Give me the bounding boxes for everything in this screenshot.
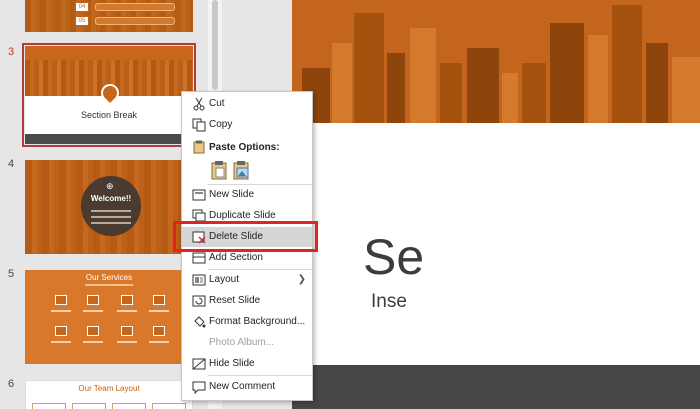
menu-label: New Slide — [209, 189, 255, 200]
menu-label: Photo Album... — [209, 337, 275, 348]
slide-number: 3 — [8, 46, 15, 58]
text-line — [91, 222, 131, 224]
slide-thumbnail-pane: 04 05 3 Section Break 4 ⊕ Welcome!! 5 Ou… — [0, 0, 208, 409]
building — [354, 13, 384, 123]
service-icon — [55, 326, 67, 336]
highlight-annotation-box — [173, 221, 318, 252]
text-line — [83, 310, 103, 312]
building — [612, 5, 642, 123]
slide-thumbnail-6[interactable]: Our Team Layout — [25, 380, 193, 409]
service-icon — [153, 295, 165, 305]
subtitle-line — [85, 284, 133, 286]
text-line — [117, 310, 137, 312]
building — [387, 53, 405, 123]
thumbnail-title: Section Break — [80, 110, 138, 120]
slide-thumbnail-5[interactable]: Our Services — [25, 270, 193, 364]
new-slide-icon — [192, 189, 206, 201]
building — [467, 48, 499, 123]
service-icon — [87, 295, 99, 305]
menu-label: Duplicate Slide — [209, 210, 276, 221]
menu-label: Format Background... — [209, 316, 306, 327]
menu-separator — [208, 375, 312, 376]
menu-label: Add Section — [209, 252, 263, 263]
menu-item-hide-slide[interactable]: Hide Slide — [182, 354, 312, 374]
slide-number: 4 — [8, 158, 15, 170]
text-line — [149, 310, 169, 312]
slide-thumbnail-4[interactable]: ⊕ Welcome!! — [25, 160, 193, 254]
service-icon — [121, 326, 133, 336]
content-row — [95, 3, 175, 11]
thumbnail-title: Welcome!! — [90, 194, 132, 203]
text-line — [83, 341, 103, 343]
slide-number: 6 — [8, 378, 15, 390]
service-icon — [153, 326, 165, 336]
menu-item-layout[interactable]: Layout ❯ — [182, 270, 312, 290]
building — [522, 63, 546, 123]
number-box: 05 — [75, 16, 89, 26]
slide-title-text[interactable]: Se — [363, 228, 424, 286]
text-line — [149, 341, 169, 343]
scrollbar-thumb[interactable] — [212, 0, 218, 90]
copy-icon — [192, 118, 206, 132]
thumbnail-footer-bar — [25, 134, 193, 144]
text-line — [91, 210, 131, 212]
submenu-arrow-icon: ❯ — [297, 274, 306, 285]
team-card — [32, 403, 66, 409]
building — [672, 57, 700, 123]
thumbnail-title: Our Services — [85, 273, 133, 282]
building — [440, 63, 462, 123]
slide-number: 5 — [8, 268, 15, 280]
text-line — [91, 216, 131, 218]
menu-item-format-background[interactable]: Format Background... — [182, 312, 312, 332]
menu-item-new-slide[interactable]: New Slide — [182, 185, 312, 205]
text-line — [51, 341, 71, 343]
slide-footer-bar — [292, 365, 700, 409]
menu-label: Reset Slide — [209, 295, 261, 306]
menu-label: New Comment — [209, 381, 276, 392]
menu-item-cut[interactable]: Cut — [182, 94, 312, 114]
building — [332, 43, 352, 123]
content-row — [95, 17, 175, 25]
reset-slide-icon — [192, 295, 206, 307]
paste-keep-formatting-icon[interactable] — [210, 160, 228, 180]
main-slide-canvas[interactable] — [292, 0, 700, 409]
menu-item-reset-slide[interactable]: Reset Slide — [182, 291, 312, 311]
menu-item-new-comment[interactable]: New Comment — [182, 377, 312, 397]
slide-subtitle-text[interactable]: Inse — [371, 291, 407, 313]
slide-thumbnail-3[interactable]: Section Break — [22, 43, 196, 147]
building — [502, 73, 518, 123]
hide-slide-icon — [192, 358, 206, 370]
paint-bucket-icon — [194, 316, 206, 328]
menu-label: Cut — [209, 98, 225, 109]
team-card — [152, 403, 186, 409]
service-icon — [55, 295, 67, 305]
thumbnail-title: Our Team Layout — [78, 384, 140, 393]
add-section-icon — [192, 252, 206, 264]
team-card — [112, 403, 146, 409]
slide-thumbnail-2[interactable]: 04 05 — [25, 0, 193, 32]
menu-label: Hide Slide — [209, 358, 255, 369]
building — [410, 28, 436, 123]
menu-label: Layout — [209, 274, 240, 285]
team-card — [72, 403, 106, 409]
service-icon — [87, 326, 99, 336]
menu-item-copy[interactable]: Copy — [182, 115, 312, 135]
menu-item-photo-album: Photo Album... — [182, 333, 312, 353]
building — [588, 35, 608, 123]
paste-picture-icon[interactable] — [232, 160, 250, 180]
number-box: 04 — [75, 2, 89, 12]
service-icon — [121, 295, 133, 305]
building — [646, 43, 668, 123]
comment-icon — [192, 381, 206, 394]
scissors-icon — [193, 97, 205, 111]
menu-label: Copy — [209, 119, 233, 130]
text-line — [51, 310, 71, 312]
city-photo — [292, 0, 700, 123]
layout-icon — [192, 274, 206, 286]
paste-icon — [193, 140, 205, 154]
text-line — [117, 341, 137, 343]
paste-options-header: Paste Options: — [209, 142, 280, 153]
globe-icon: ⊕ — [106, 181, 114, 191]
building — [550, 23, 584, 123]
